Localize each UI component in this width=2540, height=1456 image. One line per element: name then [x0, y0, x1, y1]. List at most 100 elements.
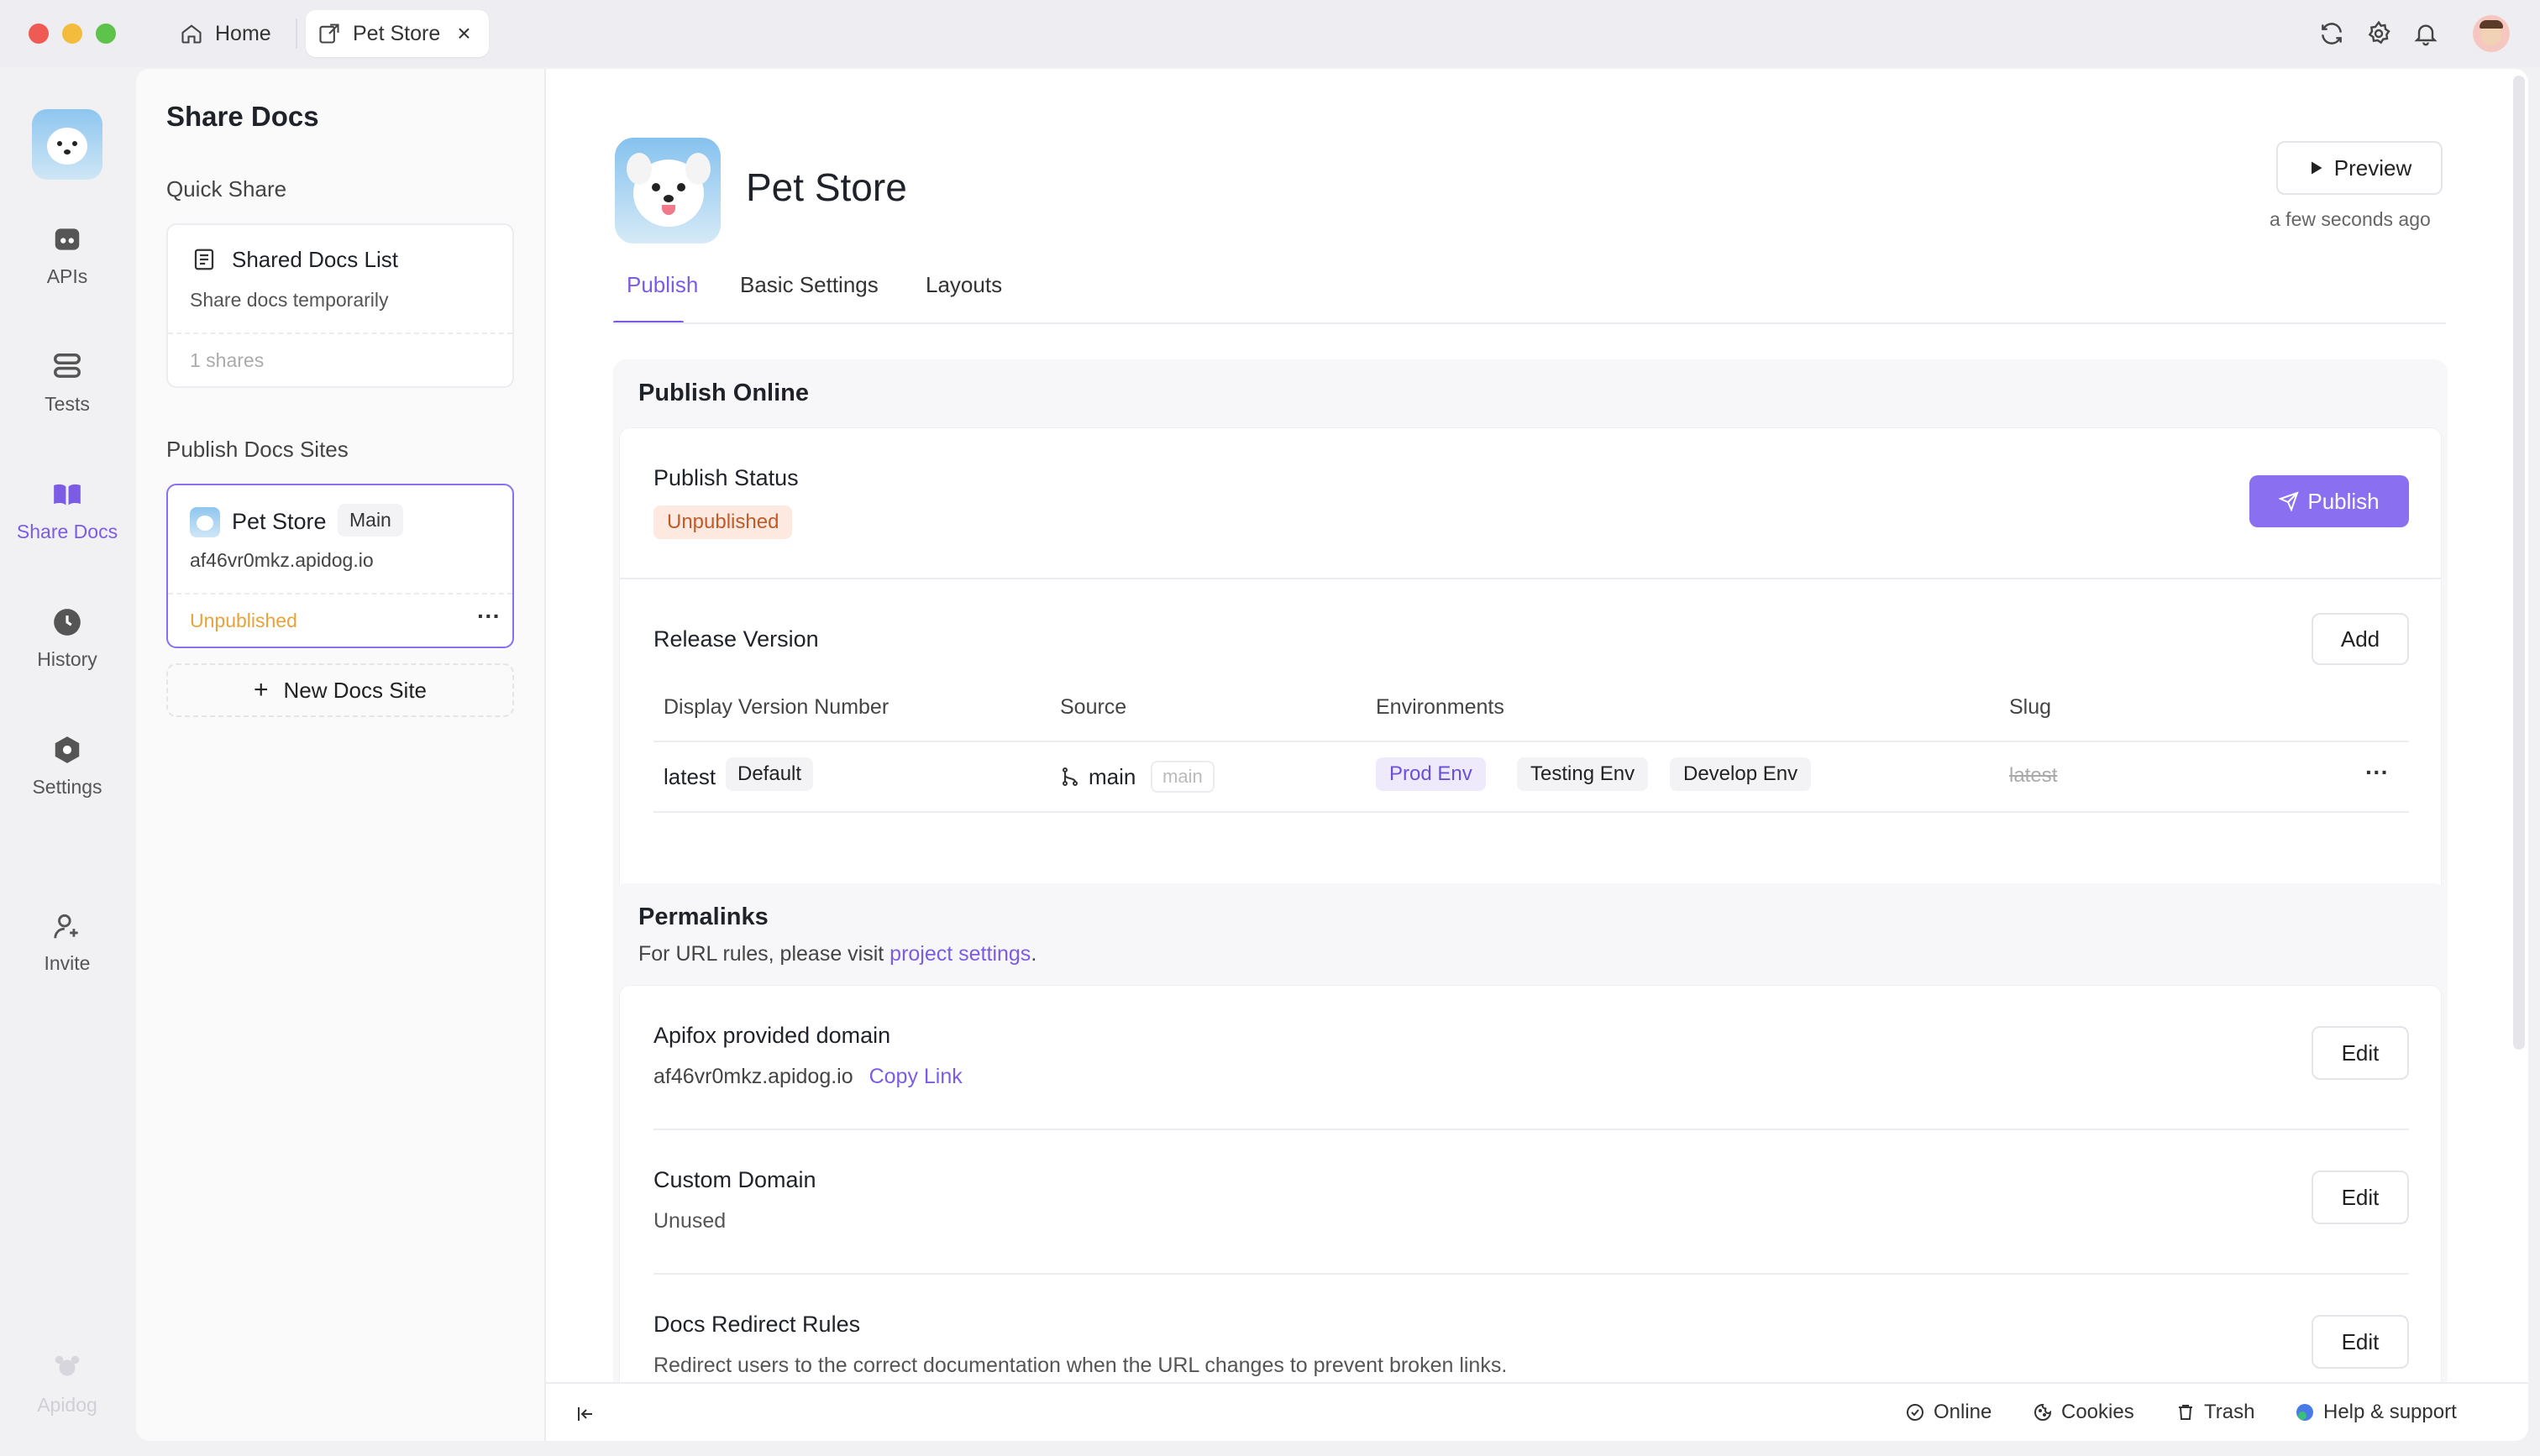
- tab-pet-store-label: Pet Store: [353, 21, 441, 45]
- col-display-version: Display Version Number: [664, 695, 890, 719]
- refresh-icon[interactable]: [2318, 20, 2345, 47]
- updated-time: a few seconds ago: [2270, 208, 2431, 230]
- nav-item-invite[interactable]: Invite: [0, 910, 134, 975]
- permalinks-desc-end: .: [1031, 942, 1037, 966]
- col-slug: Slug: [2009, 695, 2052, 719]
- maximize-window-button[interactable]: [96, 24, 116, 44]
- nav-item-apis[interactable]: APIs: [0, 223, 134, 288]
- minimize-window-button[interactable]: [62, 24, 82, 44]
- cookie-icon: [2034, 1403, 2052, 1421]
- permalinks-section: Permalinks For URL rules, please visit p…: [613, 883, 2448, 1441]
- nav-item-settings[interactable]: Settings: [0, 734, 134, 799]
- gear-icon[interactable]: [2365, 20, 2392, 47]
- nav-item-share-docs[interactable]: Share Docs: [0, 479, 134, 543]
- col-environments: Environments: [1376, 695, 1504, 719]
- row-more-button[interactable]: ···: [2365, 759, 2389, 786]
- play-icon: [2311, 161, 2322, 175]
- branch-icon: [1063, 767, 1078, 786]
- add-release-button[interactable]: Add: [2312, 613, 2409, 665]
- shared-docs-subtitle: Share docs temporarily: [190, 289, 389, 311]
- online-status[interactable]: Online: [1905, 1401, 1992, 1424]
- site-name: Pet Store: [232, 509, 327, 534]
- book-icon: [54, 484, 81, 505]
- site-branch-badge: Main: [338, 504, 403, 537]
- publish-online-title: Publish Online: [638, 380, 810, 406]
- publish-status-badge: Unpublished: [653, 505, 793, 539]
- clock-icon: [54, 609, 81, 636]
- env-badge-develop: Develop Env: [1670, 757, 1812, 791]
- tab-home-label: Home: [215, 21, 271, 45]
- apifox-domain-value: af46vr0mkz.apidog.io Copy Link: [653, 1065, 963, 1089]
- project-avatar: [615, 138, 721, 244]
- permalinks-title: Permalinks: [638, 903, 769, 930]
- invite-icon: [54, 914, 78, 939]
- trash-label: Trash: [2204, 1401, 2255, 1423]
- cookies-button[interactable]: Cookies: [2033, 1401, 2134, 1424]
- nav-item-settings-label: Settings: [32, 776, 102, 798]
- plus-icon: +: [253, 676, 269, 704]
- table-row-divider: [653, 811, 2409, 813]
- apidog-logo-icon: [55, 1355, 80, 1376]
- nav-item-history[interactable]: History: [0, 606, 134, 671]
- card-divider: [168, 333, 512, 334]
- site-status: Unpublished: [190, 610, 297, 631]
- status-divider: [620, 578, 2441, 579]
- version-name: latest: [664, 764, 716, 789]
- default-badge: Default: [726, 757, 814, 791]
- close-window-button[interactable]: [29, 24, 49, 44]
- help-icon: [2296, 1404, 2313, 1421]
- tab-layouts[interactable]: Layouts: [926, 272, 1002, 298]
- docs-site-card[interactable]: Pet Store Main af46vr0mkz.apidog.io Unpu…: [166, 484, 514, 648]
- api-icon: [55, 228, 80, 250]
- nav-item-history-label: History: [37, 648, 97, 670]
- env-badge-testing: Testing Env: [1517, 757, 1649, 791]
- tab-basic-settings[interactable]: Basic Settings: [740, 272, 879, 298]
- source-tag: main: [1151, 761, 1215, 793]
- check-circle-icon: [1907, 1404, 1923, 1421]
- nav-item-tests-label: Tests: [45, 393, 90, 415]
- tab-divider: [296, 18, 297, 49]
- avatar[interactable]: [2473, 15, 2510, 52]
- preview-button[interactable]: Preview: [2276, 141, 2443, 195]
- apifox-domain-label: Apifox provided domain: [653, 1023, 891, 1048]
- nav-item-share-docs-label: Share Docs: [16, 521, 118, 542]
- brand-logo: Apidog: [0, 1352, 134, 1417]
- tab-close-icon[interactable]: ×: [457, 20, 470, 47]
- scrollbar[interactable]: [2513, 76, 2525, 1050]
- permalink-divider: [653, 1129, 2409, 1130]
- nav-item-tests[interactable]: Tests: [0, 351, 134, 416]
- bell-icon[interactable]: [2412, 20, 2439, 47]
- tab-publish[interactable]: Publish: [627, 272, 698, 298]
- main-content: Pet Store Preview a few seconds ago Publ…: [546, 69, 2528, 1441]
- quick-share-heading: Quick Share: [166, 176, 287, 202]
- project-settings-link[interactable]: project settings: [890, 942, 1031, 966]
- permalinks-panel: Apifox provided domain af46vr0mkz.apidog…: [620, 986, 2441, 1441]
- collapse-icon[interactable]: [575, 1404, 596, 1424]
- permalinks-desc-text: For URL rules, please visit: [638, 942, 890, 966]
- site-more-button[interactable]: ···: [477, 603, 501, 630]
- project-logo[interactable]: [32, 109, 102, 180]
- permalink-divider: [653, 1273, 2409, 1275]
- help-support-button[interactable]: Help & support: [2295, 1401, 2457, 1424]
- table-row[interactable]: latest Default main main Prod Env Testin…: [653, 742, 2409, 811]
- publish-sites-heading: Publish Docs Sites: [166, 437, 349, 462]
- edit-custom-domain-button[interactable]: Edit: [2312, 1171, 2409, 1224]
- edit-redirect-rules-button[interactable]: Edit: [2312, 1315, 2409, 1369]
- site-domain: af46vr0mkz.apidog.io: [190, 549, 374, 571]
- redirect-rules-label: Docs Redirect Rules: [653, 1312, 861, 1337]
- domain-text: af46vr0mkz.apidog.io: [653, 1065, 853, 1088]
- tab-home[interactable]: Home: [171, 10, 289, 57]
- shared-docs-card[interactable]: Shared Docs List Share docs temporarily …: [166, 223, 514, 388]
- copy-link-button[interactable]: Copy Link: [869, 1065, 963, 1088]
- slug-value: latest: [2009, 764, 2058, 787]
- publish-online-panel: Publish Status Unpublished Publish Relea…: [620, 428, 2441, 912]
- trash-button[interactable]: Trash: [2175, 1401, 2254, 1424]
- publish-online-section: Publish Online Publish Status Unpublishe…: [613, 359, 2448, 920]
- site-logo: [190, 507, 220, 537]
- tab-pet-store[interactable]: Pet Store ×: [306, 10, 489, 57]
- publish-status-label: Publish Status: [653, 465, 799, 490]
- share-icon: [319, 24, 339, 44]
- publish-button[interactable]: Publish: [2249, 475, 2409, 527]
- new-docs-site-button[interactable]: + New Docs Site: [166, 663, 514, 717]
- edit-apifox-domain-button[interactable]: Edit: [2312, 1026, 2409, 1080]
